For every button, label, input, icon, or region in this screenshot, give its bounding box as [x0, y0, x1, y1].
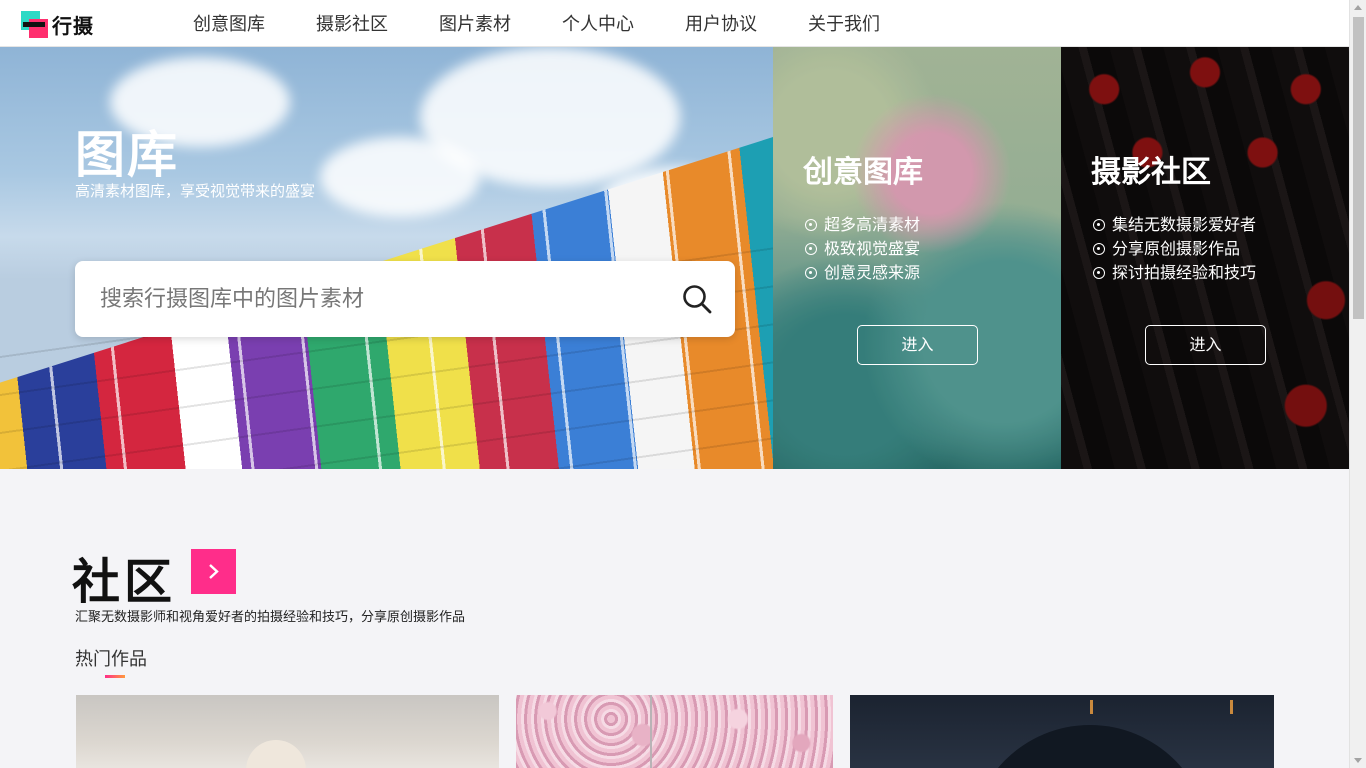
clock-icon	[1093, 243, 1105, 255]
feature-text: 超多高清素材	[824, 215, 921, 234]
community-enter-button[interactable]: 进入	[1145, 325, 1266, 365]
hot-works-underline	[105, 675, 125, 678]
panel-title-creative: 创意图库	[803, 155, 923, 190]
creative-enter-button[interactable]: 进入	[857, 325, 978, 365]
feature-text: 探讨拍摄经验和技巧	[1112, 263, 1257, 282]
scroll-down-arrow-icon[interactable]	[1354, 758, 1362, 763]
hero-cloud	[320, 137, 480, 217]
brand-logo[interactable]: 行摄	[21, 10, 94, 39]
top-navbar: 行摄 创意图库 摄影社区 图片素材 个人中心 用户协议 关于我们	[0, 0, 1349, 47]
creative-feature-list: 超多高清素材 极致视觉盛宴 创意灵感来源	[805, 213, 920, 285]
search-input[interactable]	[100, 279, 660, 319]
panel-title-community: 摄影社区	[1091, 155, 1211, 190]
feature-text: 集结无数摄影爱好者	[1112, 215, 1257, 234]
vertical-scrollbar[interactable]	[1349, 0, 1366, 768]
nav-item-photo-community[interactable]: 摄影社区	[316, 10, 388, 36]
hero-title: 图库	[75, 126, 179, 184]
section-description: 汇聚无数摄影师和视角爱好者的拍摄经验和技巧，分享原创摄影作品	[75, 610, 466, 625]
scroll-thumb[interactable]	[1353, 17, 1364, 319]
feature-item: 分享原创摄影作品	[1093, 237, 1256, 261]
hero-subtitle: 高清素材图库，享受视觉带来的盛宴	[75, 182, 316, 200]
feature-item: 创意灵感来源	[805, 261, 920, 285]
page: 行摄 创意图库 摄影社区 图片素材 个人中心 用户协议 关于我们 图库 高清素材…	[0, 0, 1366, 768]
nav-item-user-agreement[interactable]: 用户协议	[685, 10, 757, 36]
nav-item-profile[interactable]: 个人中心	[562, 10, 634, 36]
section-title-community: 社区	[72, 554, 177, 610]
feature-item: 探讨拍摄经验和技巧	[1093, 261, 1256, 285]
nav-item-creative-gallery[interactable]: 创意图库	[193, 10, 265, 36]
creative-gallery-panel: 创意图库 超多高清素材 极致视觉盛宴 创意灵感来源 进入	[773, 47, 1061, 469]
hero-banner: 图库 高清素材图库，享受视觉带来的盛宴	[0, 47, 773, 469]
work-card[interactable]	[76, 695, 499, 768]
clock-icon	[805, 267, 817, 279]
feature-text: 分享原创摄影作品	[1112, 239, 1241, 258]
search-box	[75, 261, 735, 337]
clock-icon	[1093, 219, 1105, 231]
work-card[interactable]	[850, 695, 1274, 768]
scroll-up-arrow-icon[interactable]	[1354, 5, 1362, 10]
photo-community-panel: 摄影社区 集结无数摄影爱好者 分享原创摄影作品 探讨拍摄经验和技巧 进入	[1061, 47, 1349, 469]
nav-menu: 创意图库 摄影社区 图片素材 个人中心 用户协议 关于我们	[193, 0, 931, 46]
logo-icon	[21, 11, 48, 38]
feature-item: 集结无数摄影爱好者	[1093, 213, 1256, 237]
community-more-button[interactable]	[191, 549, 236, 594]
nav-item-about-us[interactable]: 关于我们	[808, 10, 880, 36]
search-icon[interactable]	[681, 283, 713, 315]
community-feature-list: 集结无数摄影爱好者 分享原创摄影作品 探讨拍摄经验和技巧	[1093, 213, 1256, 285]
clock-icon	[805, 219, 817, 231]
brand-name: 行摄	[52, 14, 94, 38]
clock-icon	[805, 243, 817, 255]
feature-item: 极致视觉盛宴	[805, 237, 920, 261]
feature-text: 创意灵感来源	[824, 263, 921, 282]
hot-works-title: 热门作品	[75, 649, 147, 670]
clock-icon	[1093, 267, 1105, 279]
feature-item: 超多高清素材	[805, 213, 920, 237]
feature-text: 极致视觉盛宴	[824, 239, 921, 258]
work-card[interactable]	[516, 695, 833, 768]
nav-item-image-assets[interactable]: 图片素材	[439, 10, 511, 36]
chevron-right-icon	[209, 564, 219, 579]
